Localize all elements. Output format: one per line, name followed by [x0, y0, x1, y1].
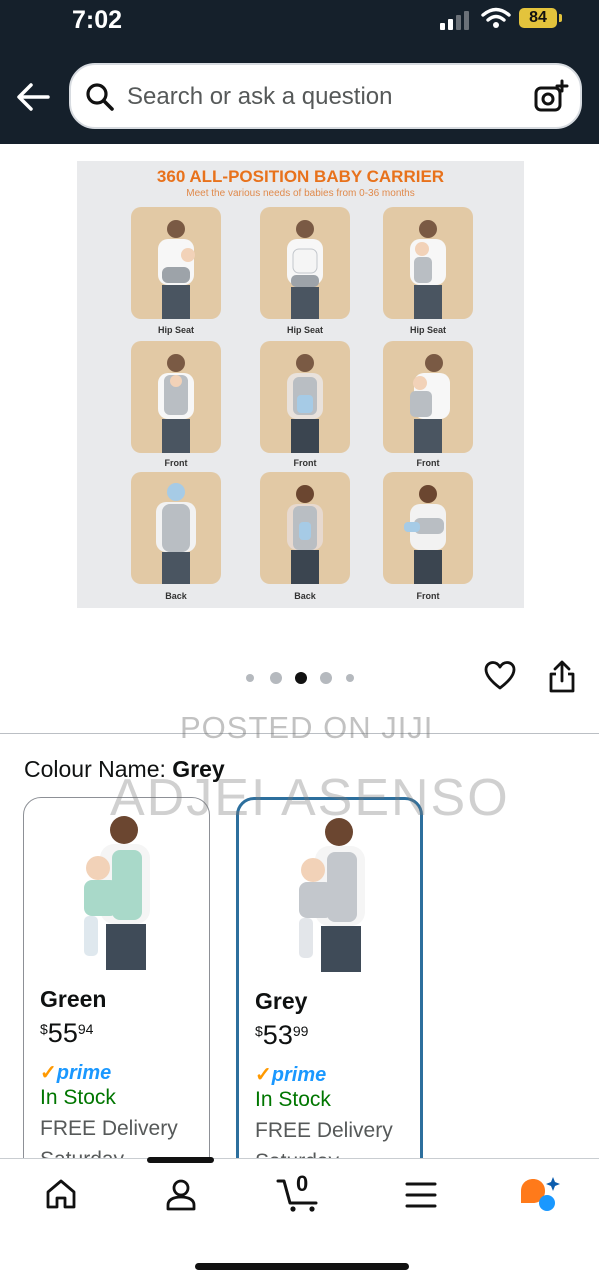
model-illustration — [287, 220, 323, 319]
position-label: Back — [294, 591, 316, 601]
menu-icon[interactable] — [405, 1181, 437, 1209]
cart-count: 0 — [296, 1171, 309, 1196]
watermark-seller: ADJEI ASENSO — [110, 769, 510, 827]
price-whole: 53 — [262, 1020, 293, 1050]
heart-icon[interactable] — [484, 660, 516, 692]
carrier-fill — [84, 880, 118, 916]
prime-label: prime — [271, 1064, 327, 1086]
carousel-dot[interactable] — [270, 672, 282, 684]
camera-search-icon[interactable] — [533, 79, 569, 115]
model-illustration — [287, 485, 323, 584]
delivery-info: FREE Delivery — [255, 1119, 393, 1142]
position-label: Hip Seat — [157, 325, 194, 335]
battery-nub — [559, 14, 562, 22]
delivery-day: Saturday — [40, 1148, 124, 1158]
position-label: Front — [416, 458, 440, 468]
carousel-dot[interactable] — [346, 674, 354, 682]
home-icon[interactable] — [44, 1177, 78, 1211]
carousel-dot[interactable] — [246, 674, 254, 682]
colour-swatch-grey[interactable]: Grey $5399 ✓prime In Stock FREE Delivery… — [236, 797, 423, 1177]
position-tile — [383, 341, 473, 453]
position-label: Hip Seat — [409, 325, 446, 335]
price-fraction: 99 — [292, 1023, 309, 1039]
swatch-image — [84, 816, 150, 970]
position-tile — [383, 472, 473, 584]
watermark-posted-on: POSTED ON JIJI — [180, 710, 434, 745]
carousel-dot-active[interactable] — [295, 672, 307, 684]
swatch-name: Green — [40, 986, 107, 1012]
prime-badge: ✓prime — [255, 1064, 327, 1086]
top-bar: 7:02 84 Search or ask a question — [0, 0, 599, 144]
position-label: Back — [165, 591, 187, 601]
model-illustration — [156, 483, 196, 584]
carousel-dot[interactable] — [320, 672, 332, 684]
swatch-price: $5594 — [40, 1018, 93, 1049]
price-currency: $ — [255, 1023, 263, 1039]
home-indicator — [195, 1263, 409, 1270]
cellular-signal-icon — [440, 11, 469, 30]
price-whole: 55 — [47, 1018, 78, 1048]
rufus-ai-icon[interactable] — [517, 1175, 563, 1215]
product-image[interactable]: 360 ALL-POSITION BABY CARRIER Meet the v… — [77, 161, 524, 608]
model-illustration — [410, 354, 450, 453]
stock-status: In Stock — [40, 1086, 116, 1109]
scroll-indicator — [147, 1157, 214, 1163]
position-label: Hip Seat — [286, 325, 323, 335]
position-tile — [131, 472, 221, 584]
carrier-fill — [299, 882, 333, 918]
position-label: Front — [164, 458, 188, 468]
position-tile — [260, 341, 350, 453]
account-icon[interactable] — [164, 1177, 198, 1211]
price-currency: $ — [40, 1021, 48, 1037]
stock-status: In Stock — [255, 1088, 331, 1111]
position-tile — [383, 207, 473, 319]
search-bar[interactable]: Search or ask a question — [69, 63, 582, 129]
position-tile — [131, 341, 221, 453]
search-input[interactable]: Search or ask a question — [127, 83, 393, 111]
swatch-name: Grey — [255, 988, 308, 1014]
product-image-subtitle: Meet the various needs of babies from 0-… — [186, 188, 415, 199]
product-image-title: 360 ALL-POSITION BABY CARRIER — [156, 167, 445, 186]
model-illustration — [158, 220, 195, 319]
status-time: 7:02 — [72, 6, 123, 34]
position-label: Front — [416, 591, 440, 601]
position-tile — [131, 207, 221, 319]
search-icon — [86, 83, 114, 111]
prime-label: prime — [56, 1062, 112, 1084]
position-tile — [260, 207, 350, 319]
swatch-price: $5399 — [255, 1020, 308, 1051]
share-icon[interactable] — [546, 660, 578, 694]
model-illustration — [287, 354, 323, 453]
back-arrow-icon[interactable] — [16, 82, 50, 112]
swatch-image — [299, 818, 365, 972]
prime-badge: ✓prime — [40, 1062, 112, 1084]
position-tile — [260, 472, 350, 584]
wifi-icon — [481, 7, 511, 28]
price-fraction: 94 — [77, 1021, 94, 1037]
battery-level: 84 — [529, 9, 547, 26]
position-label: Front — [293, 458, 317, 468]
colour-swatch-green[interactable]: Green $5594 ✓prime In Stock FREE Deliver… — [23, 797, 210, 1177]
model-illustration — [410, 220, 446, 319]
model-illustration — [158, 354, 194, 453]
model-illustration — [404, 485, 446, 584]
delivery-info: FREE Delivery — [40, 1117, 178, 1140]
battery-indicator: 84 — [519, 8, 557, 28]
